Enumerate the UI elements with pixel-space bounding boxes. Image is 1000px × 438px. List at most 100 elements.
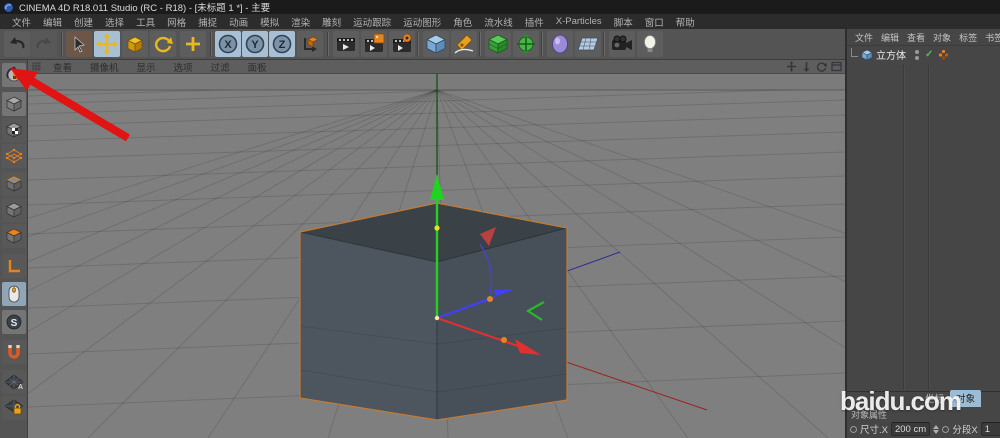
- size-x-input[interactable]: 200 cm: [891, 422, 930, 436]
- om-menu-view[interactable]: 查看: [904, 31, 928, 44]
- segments-x-input[interactable]: 1: [981, 422, 1000, 436]
- add-cube-primitive-button[interactable]: [423, 31, 449, 57]
- last-used-tool-button[interactable]: [180, 31, 206, 57]
- segments-x-label: 分段X: [952, 422, 977, 436]
- object-properties-heading: 对象属性: [847, 407, 1000, 420]
- phong-tag-icon[interactable]: [938, 49, 949, 60]
- model-mode-button[interactable]: [2, 92, 26, 116]
- x-handle-dot[interactable]: [501, 337, 507, 343]
- add-subdivision-surface-button[interactable]: [485, 31, 511, 57]
- menu-window[interactable]: 窗口: [639, 15, 670, 29]
- menu-select[interactable]: 选择: [99, 15, 130, 29]
- keyframe-circle-icon[interactable]: [942, 426, 949, 433]
- tab-coordinates[interactable]: 坐标: [919, 390, 950, 407]
- render-view-button[interactable]: [333, 31, 359, 57]
- om-menu-objects[interactable]: 对象: [930, 31, 954, 44]
- snap-tool-button[interactable]: S: [2, 310, 26, 334]
- menu-plugins[interactable]: 插件: [519, 15, 550, 29]
- menu-simulate[interactable]: 模拟: [254, 15, 285, 29]
- lock-z-axis-button[interactable]: Z: [269, 31, 295, 57]
- add-environment-button[interactable]: [547, 31, 573, 57]
- dolly-view-icon[interactable]: [801, 61, 812, 72]
- add-deformer-button[interactable]: [513, 31, 539, 57]
- scale-tool-button[interactable]: [122, 31, 148, 57]
- viewport-menu-view[interactable]: 查看: [44, 60, 81, 74]
- menu-mograph[interactable]: 运动图形: [397, 15, 447, 29]
- menu-render[interactable]: 渲染: [285, 15, 316, 29]
- texture-mode-button[interactable]: [2, 118, 26, 142]
- gizmo-origin-dot[interactable]: [435, 316, 439, 320]
- object-name[interactable]: 立方体: [876, 47, 906, 62]
- menu-xparticles[interactable]: X-Particles: [550, 16, 608, 27]
- cube-object-icon: [861, 49, 873, 61]
- y-handle-dot[interactable]: [434, 225, 439, 230]
- lock-x-axis-button[interactable]: X: [215, 31, 241, 57]
- add-camera-button[interactable]: [609, 31, 635, 57]
- coordinate-system-button[interactable]: [297, 31, 323, 57]
- menu-tools[interactable]: 工具: [130, 15, 161, 29]
- menu-create[interactable]: 创建: [68, 15, 99, 29]
- rotate-tool-button[interactable]: [150, 31, 176, 57]
- menu-edit[interactable]: 编辑: [37, 15, 68, 29]
- workplane-mode-button[interactable]: A: [2, 370, 26, 394]
- polygon-mode-button[interactable]: [2, 198, 26, 222]
- edge-mode-button[interactable]: [2, 172, 26, 196]
- add-floor-button[interactable]: [575, 31, 601, 57]
- menu-animate[interactable]: 动画: [223, 15, 254, 29]
- menu-mesh[interactable]: 网格: [161, 15, 192, 29]
- lock-y-axis-button[interactable]: Y: [242, 31, 268, 57]
- app-logo-icon: [3, 2, 14, 13]
- lock-workplane-button[interactable]: [2, 396, 26, 420]
- move-tool-button[interactable]: [94, 31, 120, 57]
- menu-pipeline[interactable]: 流水线: [478, 15, 519, 29]
- tab-object[interactable]: 对象: [950, 390, 981, 407]
- add-light-button[interactable]: [637, 31, 663, 57]
- svg-text:S: S: [11, 318, 18, 329]
- om-menu-edit[interactable]: 编辑: [878, 31, 902, 44]
- enable-snap-button[interactable]: [2, 340, 26, 364]
- z-handle-dot[interactable]: [487, 296, 493, 302]
- enable-axis-button[interactable]: [2, 254, 26, 278]
- rotate-view-icon[interactable]: [816, 61, 827, 72]
- menu-script[interactable]: 脚本: [608, 15, 639, 29]
- window-title: CINEMA 4D R18.011 Studio (RC - R18) - [未…: [19, 0, 270, 14]
- menu-snap[interactable]: 捕捉: [192, 15, 223, 29]
- keyframe-circle-icon[interactable]: [850, 426, 857, 433]
- menu-sculpt[interactable]: 雕刻: [316, 15, 347, 29]
- object-row-cube[interactable]: 立方体 ✓: [847, 46, 1000, 63]
- viewport-grid-icon[interactable]: [32, 62, 42, 72]
- undo-button[interactable]: [4, 31, 30, 57]
- toggle-panel-icon[interactable]: [831, 61, 842, 72]
- live-selection-button[interactable]: [66, 31, 92, 57]
- viewport-solo-button[interactable]: [2, 282, 26, 306]
- pan-view-icon[interactable]: [786, 61, 797, 72]
- viewport-menu-cameras[interactable]: 摄像机: [81, 60, 128, 74]
- viewport-menu-filter[interactable]: 过滤: [202, 60, 239, 74]
- draw-spline-pen-button[interactable]: [451, 31, 477, 57]
- size-x-label: 尺寸.X: [860, 422, 888, 436]
- render-to-picture-viewer-button[interactable]: [361, 31, 387, 57]
- viewport-menu-panel[interactable]: 面板: [239, 60, 276, 74]
- edit-render-settings-button[interactable]: [389, 31, 415, 57]
- viewport-menu-bar: 查看 摄像机 显示 选项 过滤 面板: [28, 60, 845, 74]
- cinema4d-window: CINEMA 4D R18.011 Studio (RC - R18) - [未…: [0, 0, 1000, 438]
- make-editable-button[interactable]: [2, 63, 26, 87]
- redo-button[interactable]: [31, 31, 57, 57]
- scene-canvas[interactable]: [28, 74, 845, 438]
- size-x-spinner[interactable]: [933, 425, 939, 434]
- om-menu-bookmarks[interactable]: 书签: [982, 31, 1000, 44]
- viewport-menu-options[interactable]: 选项: [165, 60, 202, 74]
- point-mode-button[interactable]: [2, 144, 26, 168]
- menu-help[interactable]: 帮助: [670, 15, 701, 29]
- visibility-toggle-icons[interactable]: [915, 50, 919, 60]
- svg-text:Y: Y: [251, 39, 259, 51]
- polygon-selection-button[interactable]: [2, 224, 26, 248]
- enable-checkmark[interactable]: ✓: [925, 49, 933, 60]
- viewport-perspective[interactable]: 查看 摄像机 显示 选项 过滤 面板 透视视图: [28, 60, 845, 438]
- viewport-menu-display[interactable]: 显示: [128, 60, 165, 74]
- om-menu-file[interactable]: 文件: [852, 31, 876, 44]
- om-menu-tags[interactable]: 标签: [956, 31, 980, 44]
- menu-character[interactable]: 角色: [447, 15, 478, 29]
- menu-motion-tracker[interactable]: 运动跟踪: [347, 15, 397, 29]
- menu-file[interactable]: 文件: [6, 15, 37, 29]
